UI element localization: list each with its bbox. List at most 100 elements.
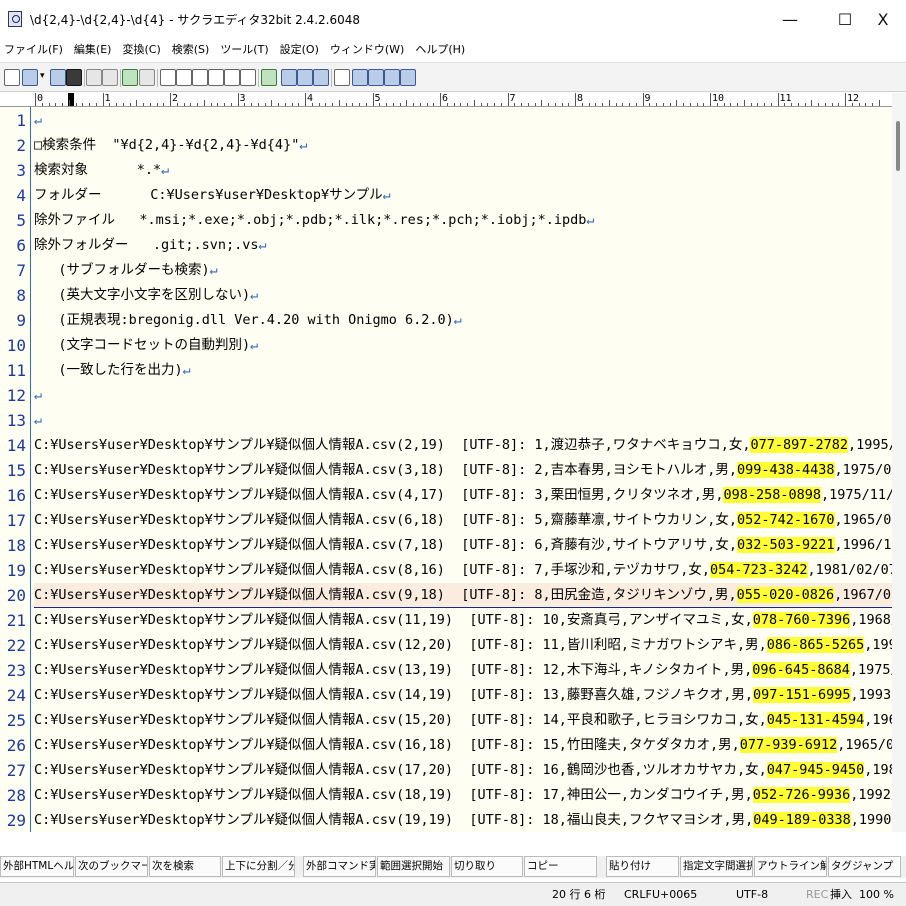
undo-icon[interactable] [86,69,102,86]
outline-icon[interactable] [334,69,350,86]
compare-icon[interactable] [281,69,297,86]
text-line[interactable]: ↵ [34,408,892,433]
line-number[interactable]: 28 [0,783,26,808]
text-line[interactable]: (正規表現:bregonig.dll Ver.4.20 with Onigmo … [34,308,892,333]
line-number[interactable]: 10 [0,333,26,358]
text-line[interactable]: C:¥Users¥user¥Desktop¥サンプル¥疑似個人情報A.csv(6… [34,508,892,533]
menu-window[interactable]: ウィンドウ(W) [330,41,404,57]
line-number[interactable]: 16 [0,483,26,508]
line-number[interactable]: 12 [0,383,26,408]
line-number[interactable]: 26 [0,733,26,758]
line-number[interactable]: 25 [0,708,26,733]
text-line[interactable]: フォルダー C:¥Users¥user¥Desktop¥サンプル↵ [34,183,892,208]
line-number[interactable]: 18 [0,533,26,558]
back-icon[interactable] [122,69,138,86]
eol-indicator[interactable]: CRLF [624,883,652,906]
text-line[interactable]: C:¥Users¥user¥Desktop¥サンプル¥疑似個人情報A.csv(1… [34,708,892,733]
line-number[interactable]: 11 [0,358,26,383]
compare-prev-icon[interactable] [313,69,329,86]
line-number[interactable]: 3 [0,158,26,183]
text-line[interactable]: C:¥Users¥user¥Desktop¥サンプル¥疑似個人情報A.csv(4… [34,483,892,508]
line-number[interactable]: 24 [0,683,26,708]
text-line[interactable]: C:¥Users¥user¥Desktop¥サンプル¥疑似個人情報A.csv(2… [34,433,892,458]
line-number[interactable]: 5 [0,208,26,233]
open-dropdown-icon[interactable]: ▾ [40,71,47,88]
redo-icon[interactable] [102,69,118,86]
minimize-button[interactable]: — [767,0,813,38]
text-line[interactable]: 検索対象 *.*↵ [34,158,892,183]
fkey-10[interactable]: 指定文字間選択 [680,856,753,877]
line-number[interactable]: 9 [0,308,26,333]
text-line[interactable]: 除外フォルダー .git;.svn;.vs↵ [34,233,892,258]
menu-search[interactable]: 検索(S) [172,41,210,57]
app-icon[interactable] [8,11,22,27]
text-line[interactable]: C:¥Users¥user¥Desktop¥サンプル¥疑似個人情報A.csv(1… [34,633,892,658]
text-line[interactable]: (サブフォルダーも検索)↵ [34,258,892,283]
line-number[interactable]: 27 [0,758,26,783]
line-number[interactable]: 7 [0,258,26,283]
replace-icon[interactable] [208,69,224,86]
line-number[interactable]: 15 [0,458,26,483]
line-number[interactable]: 23 [0,658,26,683]
fkey-4[interactable]: 上下に分割／分 [222,856,295,877]
bookmark-list-icon[interactable] [400,69,416,86]
line-number[interactable]: 4 [0,183,26,208]
insert-mode-indicator[interactable]: 挿入 [830,883,852,906]
fkey-5[interactable]: 外部コマンド実行 [303,856,376,877]
text-line[interactable]: (一致した行を出力)↵ [34,358,892,383]
text-line[interactable]: (英大文字小文字を区別しない)↵ [34,283,892,308]
line-number[interactable]: 8 [0,283,26,308]
save-as-icon[interactable] [66,69,82,86]
search-icon[interactable] [160,69,176,86]
bookmark-next-icon[interactable] [368,69,384,86]
menu-tools[interactable]: ツール(T) [220,41,268,57]
text-line[interactable]: C:¥Users¥user¥Desktop¥サンプル¥疑似個人情報A.csv(8… [34,558,892,583]
line-number[interactable]: 21 [0,608,26,633]
menu-settings[interactable]: 設定(O) [280,41,319,57]
fkey-1[interactable]: 外部HTMLヘルプ [0,856,74,877]
encoding-indicator[interactable]: UTF-8 [736,883,768,906]
vertical-scrollbar[interactable] [892,93,906,832]
text-line[interactable]: ↵ [34,108,892,133]
line-number[interactable]: 13 [0,408,26,433]
line-number[interactable]: 2 [0,133,26,158]
fkey-6[interactable]: 範囲選択開始 [377,856,450,877]
line-number[interactable]: 29 [0,808,26,832]
forward-icon[interactable] [139,69,155,86]
fkey-7[interactable]: 切り取り [451,856,523,877]
current-line[interactable]: C:¥Users¥user¥Desktop¥サンプル¥疑似個人情報A.csv(9… [34,583,892,608]
text-line[interactable]: C:¥Users¥user¥Desktop¥サンプル¥疑似個人情報A.csv(1… [34,783,892,808]
text-line[interactable]: C:¥Users¥user¥Desktop¥サンプル¥疑似個人情報A.csv(1… [34,808,892,832]
text-line[interactable]: C:¥Users¥user¥Desktop¥サンプル¥疑似個人情報A.csv(3… [34,458,892,483]
text-line[interactable]: C:¥Users¥user¥Desktop¥サンプル¥疑似個人情報A.csv(1… [34,683,892,708]
menu-help[interactable]: ヘルプ(H) [415,41,465,57]
bookmark-icon[interactable] [352,69,368,86]
text-line[interactable]: 除外ファイル *.msi;*.exe;*.obj;*.pdb;*.ilk;*.r… [34,208,892,233]
clear-highlight-icon[interactable] [224,69,240,86]
fkey-3[interactable]: 次を検索 [149,856,221,877]
text-line[interactable]: C:¥Users¥user¥Desktop¥サンプル¥疑似個人情報A.csv(7… [34,533,892,558]
new-file-icon[interactable] [4,69,20,86]
close-button[interactable]: X [860,0,906,38]
menu-edit[interactable]: 編集(E) [74,41,112,57]
search-prev-icon[interactable] [192,69,208,86]
menu-convert[interactable]: 変換(C) [122,41,160,57]
menu-file[interactable]: ファイル(F) [4,41,63,57]
text-line[interactable]: (文字コードセットの自動判別)↵ [34,333,892,358]
line-number[interactable]: 20 [0,583,26,608]
line-number[interactable]: 19 [0,558,26,583]
line-number[interactable]: 14 [0,433,26,458]
text-editor[interactable]: 1 2 3 4 5 6 7 8 9 10 11 12 13 14 15 16 17 18 19 20 21 22 23 24 2… [0,107,892,832]
fkey-11[interactable]: アウトライン解析 [754,856,827,877]
scrollbar-thumb[interactable] [896,121,900,171]
text-line[interactable]: C:¥Users¥user¥Desktop¥サンプル¥疑似個人情報A.csv(1… [34,658,892,683]
fkey-12[interactable]: タグジャンプ [828,856,901,877]
text-line[interactable]: C:¥Users¥user¥Desktop¥サンプル¥疑似個人情報A.csv(1… [34,608,892,633]
search-next-icon[interactable] [176,69,192,86]
fkey-8[interactable]: コピー [524,856,597,877]
save-icon[interactable] [50,69,66,86]
bookmark-prev-icon[interactable] [384,69,400,86]
text-line[interactable]: C:¥Users¥user¥Desktop¥サンプル¥疑似個人情報A.csv(1… [34,733,892,758]
fkey-9[interactable]: 貼り付け [606,856,679,877]
line-number[interactable]: 17 [0,508,26,533]
